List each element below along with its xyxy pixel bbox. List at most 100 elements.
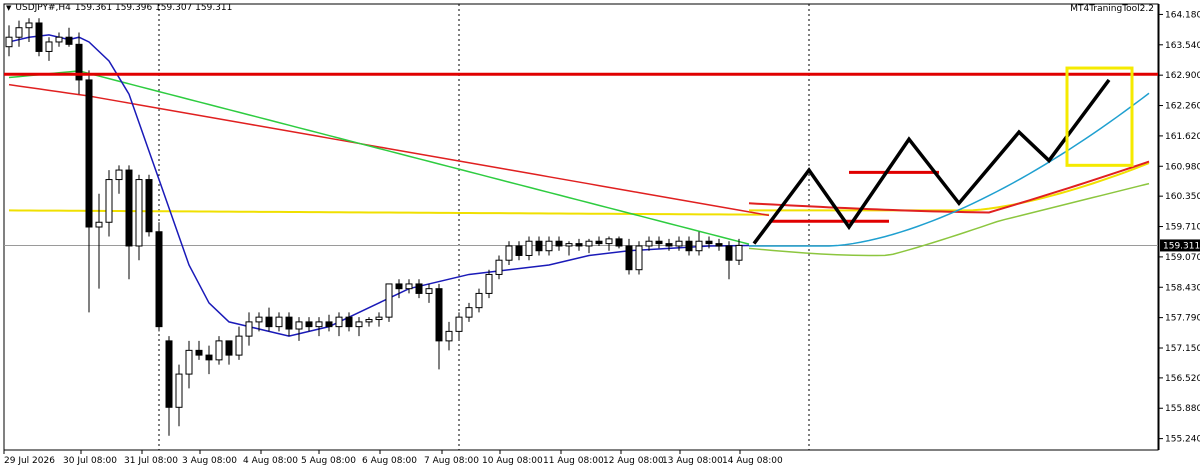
candle xyxy=(485,269,493,299)
candle-body xyxy=(485,273,493,294)
time-tick-label: 7 Aug 08:00 xyxy=(424,456,479,466)
time-tick-label: 5 Aug 08:00 xyxy=(301,456,356,466)
time-tick-label: 6 Aug 08:00 xyxy=(362,456,417,466)
time-tick-label: 30 Jul 08:00 xyxy=(63,456,117,466)
candle-body xyxy=(65,36,73,45)
time-tick-label: 13 Aug 08:00 xyxy=(662,456,723,466)
time-tick-label: 31 Jul 08:00 xyxy=(124,456,178,466)
candle xyxy=(595,236,603,246)
candle xyxy=(335,312,343,337)
candle xyxy=(645,236,653,251)
candle xyxy=(425,283,433,303)
candle-body xyxy=(355,321,363,328)
candle-body xyxy=(635,245,643,271)
candle xyxy=(395,279,403,299)
candle-body xyxy=(405,283,413,290)
candle-body xyxy=(135,179,143,247)
candle-body xyxy=(535,240,543,252)
candle xyxy=(315,317,323,337)
candle xyxy=(135,174,143,261)
candle-body xyxy=(685,240,693,252)
candle xyxy=(305,317,313,332)
time-tick-label: 3 Aug 08:00 xyxy=(182,456,237,466)
candle xyxy=(275,312,283,332)
candle-body xyxy=(295,321,303,330)
price-axis: 164.180 163.540 162.900 162.260 161.620 160.9… xyxy=(1158,4,1200,450)
candle xyxy=(145,174,153,237)
triangle-down-icon[interactable]: ▼ xyxy=(6,4,11,12)
symbol-name: USDJPY#,H4 xyxy=(15,3,71,13)
target-box xyxy=(1065,66,1134,167)
candle xyxy=(655,236,663,249)
candle xyxy=(115,165,123,194)
candle-body xyxy=(605,238,613,245)
candle xyxy=(175,364,183,427)
candle-body xyxy=(285,316,293,330)
candle-body xyxy=(435,288,443,342)
candle-body xyxy=(35,22,43,52)
candle-body xyxy=(475,292,483,309)
candle xyxy=(685,236,693,256)
candle xyxy=(345,312,353,332)
candle xyxy=(565,241,573,256)
candle xyxy=(165,336,173,436)
candle-body xyxy=(455,316,463,332)
candle xyxy=(505,241,513,265)
candle xyxy=(405,279,413,294)
time-tick-label: 14 Aug 08:00 xyxy=(722,456,783,466)
time-tick-label: 10 Aug 08:00 xyxy=(482,456,543,466)
price-tick-label: 161.620 xyxy=(1165,132,1200,142)
candle-body xyxy=(725,245,733,261)
candle xyxy=(195,340,203,360)
candle-body xyxy=(255,316,263,323)
candle xyxy=(575,238,583,251)
candle-body xyxy=(445,330,453,342)
candle-body xyxy=(225,340,233,356)
candle-body xyxy=(215,340,223,361)
candle-body xyxy=(235,335,243,356)
candle-body xyxy=(505,245,513,261)
candle xyxy=(725,241,733,280)
candle-body xyxy=(25,22,33,29)
price-tick-label: 163.540 xyxy=(1165,41,1200,51)
price-tick-label: 160.350 xyxy=(1165,192,1200,202)
candle-body xyxy=(615,238,623,247)
candle-body xyxy=(165,340,173,408)
candle xyxy=(525,236,533,261)
candle-body xyxy=(315,321,323,328)
candle xyxy=(105,170,113,237)
current-price-label: 159.311 xyxy=(1163,241,1200,251)
candle-body xyxy=(45,41,53,52)
candle-body xyxy=(275,316,283,328)
candle-body xyxy=(425,288,433,294)
candle-body xyxy=(585,240,593,247)
symbol-header[interactable]: ▼ USDJPY#,H4 159.361 159.396 159.307 159… xyxy=(6,3,232,13)
price-tick-label: 159.710 xyxy=(1165,223,1200,233)
candle-body xyxy=(55,36,63,43)
candle-body xyxy=(645,240,653,247)
price-tick-label: 160.980 xyxy=(1165,162,1200,172)
ma-mid-line xyxy=(8,70,750,245)
candle-body xyxy=(245,321,253,337)
candle xyxy=(295,317,303,341)
candle-body xyxy=(545,240,553,252)
candle-body xyxy=(715,243,723,247)
candle xyxy=(85,70,93,313)
candle xyxy=(435,283,443,370)
chart-canvas: 164.180 163.540 162.900 162.260 161.620 160.9… xyxy=(3,3,1200,466)
time-tick-label: 12 Aug 08:00 xyxy=(603,456,664,466)
candle-body xyxy=(625,245,633,271)
candle xyxy=(545,236,553,256)
price-tick-label: 162.260 xyxy=(1165,102,1200,112)
price-tick-label: 158.430 xyxy=(1165,283,1200,293)
candle xyxy=(245,312,253,346)
candle xyxy=(185,340,193,389)
candle xyxy=(285,312,293,337)
candle xyxy=(515,241,523,261)
candle xyxy=(585,238,593,254)
candle xyxy=(325,314,333,332)
candle xyxy=(635,241,643,275)
candle xyxy=(715,238,723,251)
price-tick-label: 162.900 xyxy=(1165,71,1200,81)
projection-zigzag xyxy=(752,78,1111,245)
